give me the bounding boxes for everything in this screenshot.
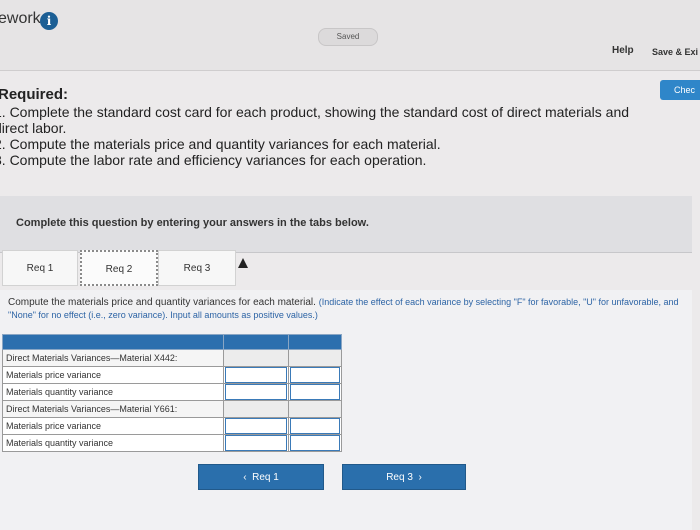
- prev-req-label: Req 1: [252, 472, 279, 483]
- instruction-item: direct labor.: [0, 120, 67, 136]
- table-cell: [223, 349, 289, 367]
- amount-input[interactable]: [223, 366, 289, 384]
- effect-select[interactable]: [288, 434, 342, 452]
- check-button[interactable]: Chec: [660, 80, 700, 100]
- mouse-cursor-icon: [238, 258, 248, 268]
- table-cell: [288, 400, 342, 418]
- next-req-button[interactable]: Req 3 ›: [342, 464, 466, 490]
- table-header-cell: [223, 334, 289, 350]
- table-cell: [223, 400, 289, 418]
- table-row: Direct Materials Variances—Material Y661…: [2, 400, 342, 418]
- save-exit-button[interactable]: Save & Exi: [652, 47, 698, 57]
- row-label: Direct Materials Variances—Material X442…: [2, 349, 224, 367]
- instructions-list: 1. Complete the standard cost card for e…: [0, 104, 700, 168]
- row-label: Materials quantity variance: [2, 434, 224, 452]
- table-row: Materials quantity variance: [2, 434, 342, 452]
- chevron-right-icon: ›: [418, 472, 422, 483]
- instruction-item: 3. Compute the labor rate and efficiency…: [0, 152, 427, 168]
- table-row: Materials price variance: [2, 417, 342, 435]
- instruction-item: 2. Compute the materials price and quant…: [0, 136, 441, 152]
- prev-req-button[interactable]: ‹ Req 1: [198, 464, 324, 490]
- effect-select[interactable]: [288, 383, 342, 401]
- table-header-cell: [288, 334, 342, 350]
- chevron-left-icon: ‹: [243, 472, 247, 483]
- required-heading: Required:: [0, 86, 69, 103]
- prompt-main: Compute the materials price and quantity…: [8, 297, 316, 308]
- info-icon[interactable]: i: [40, 12, 58, 30]
- tab-req-3[interactable]: Req 3: [158, 250, 236, 286]
- row-label: Materials price variance: [2, 417, 224, 435]
- table-row: Materials price variance: [2, 366, 342, 384]
- question-banner-text: Complete this question by entering your …: [16, 217, 369, 229]
- row-label: Materials quantity variance: [2, 383, 224, 401]
- page-title: ework: [0, 10, 41, 27]
- table-cell: [288, 349, 342, 367]
- variance-table: Direct Materials Variances—Material X442…: [2, 334, 342, 452]
- row-label: Direct Materials Variances—Material Y661…: [2, 400, 224, 418]
- top-bar: ework i Saved Help Save & Exi: [0, 0, 700, 71]
- next-req-label: Req 3: [386, 472, 413, 483]
- row-label: Materials price variance: [2, 366, 224, 384]
- question-banner: Complete this question by entering your …: [0, 196, 692, 253]
- answer-prompt: Compute the materials price and quantity…: [8, 296, 688, 322]
- amount-input[interactable]: [223, 417, 289, 435]
- instruction-item: 1. Complete the standard cost card for e…: [0, 104, 630, 120]
- table-row: Direct Materials Variances—Material X442…: [2, 349, 342, 367]
- amount-input[interactable]: [223, 434, 289, 452]
- saved-status: Saved: [318, 28, 378, 46]
- effect-select[interactable]: [288, 417, 342, 435]
- help-button[interactable]: Help: [612, 45, 634, 56]
- table-header-cell: [2, 334, 224, 350]
- table-row: Materials quantity variance: [2, 383, 342, 401]
- tab-req-1[interactable]: Req 1: [2, 250, 78, 286]
- answer-panel: Compute the materials price and quantity…: [0, 290, 692, 530]
- amount-input[interactable]: [223, 383, 289, 401]
- tab-bar: Req 1 Req 2 Req 3: [0, 250, 692, 286]
- effect-select[interactable]: [288, 366, 342, 384]
- tab-req-2[interactable]: Req 2: [80, 250, 158, 286]
